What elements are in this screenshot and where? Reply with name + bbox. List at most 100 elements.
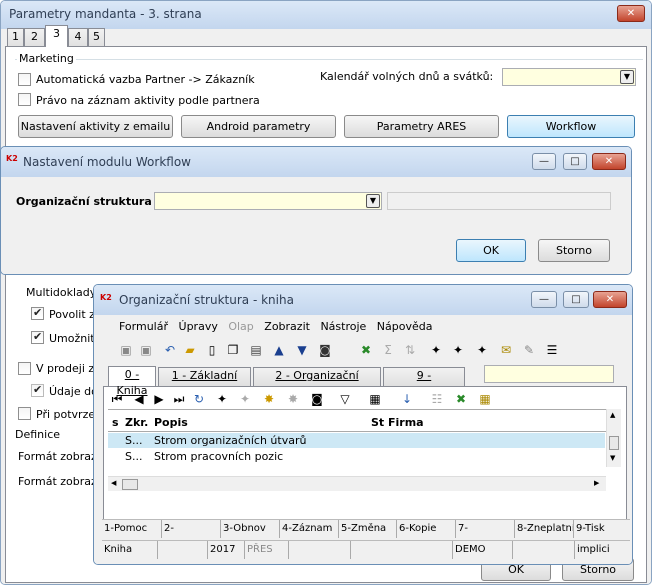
filter-icon[interactable]: ▽ bbox=[336, 390, 354, 408]
tab-1[interactable]: 1 bbox=[7, 28, 24, 47]
tab-kniha[interactable]: 0 - Kniha bbox=[108, 366, 156, 397]
next-record-icon[interactable]: ▶ bbox=[150, 390, 168, 408]
function-icon[interactable]: ✖ bbox=[357, 341, 375, 359]
export-icon[interactable]: ▦ bbox=[366, 390, 384, 408]
vprodeji-checkbox[interactable] bbox=[18, 362, 31, 375]
definice-label: Definice bbox=[15, 428, 61, 441]
minimize-button[interactable]: — bbox=[532, 153, 556, 170]
fkey-6[interactable]: 6-Kopie bbox=[397, 520, 456, 538]
vertical-scrollbar[interactable]: ▲ ▼ bbox=[606, 409, 621, 467]
pripotvr-checkbox[interactable] bbox=[18, 407, 31, 420]
close-button[interactable]: ✕ bbox=[593, 291, 627, 308]
menu-napoveda[interactable]: Nápověda bbox=[377, 320, 433, 333]
title-bar: K2 Organizační struktura - kniha — □ ✕ bbox=[94, 285, 632, 315]
fkey-4[interactable]: 4-Záznam bbox=[280, 520, 339, 538]
binoculars2-icon[interactable]: ✦ bbox=[449, 341, 467, 359]
camera-icon[interactable]: ◙ bbox=[316, 341, 334, 359]
tab-4[interactable]: 4 bbox=[68, 28, 88, 47]
fkey-9[interactable]: 9-Tisk bbox=[574, 520, 630, 538]
table-row[interactable]: S... Strom pracovních pozic bbox=[108, 449, 605, 464]
status-implicit: implici bbox=[577, 544, 610, 555]
menu-olap[interactable]: Olap bbox=[228, 320, 253, 333]
wf-ok-button[interactable]: OK bbox=[456, 239, 526, 262]
kalendar-select[interactable]: ▼ bbox=[502, 68, 636, 86]
find-icon[interactable]: ✦ bbox=[213, 390, 231, 408]
table-row[interactable]: S... Strom organizačních útvarů bbox=[108, 433, 605, 448]
android-button[interactable]: Android parametry bbox=[181, 115, 336, 138]
wf-storno-button[interactable]: Storno bbox=[538, 239, 610, 262]
umoznit-checkbox[interactable] bbox=[31, 330, 44, 344]
col-st[interactable]: St bbox=[371, 416, 384, 429]
ares-button[interactable]: Parametry ARES bbox=[344, 115, 499, 138]
book-icon[interactable]: ▤ bbox=[247, 341, 265, 359]
fkey-2[interactable]: 2- bbox=[162, 520, 221, 538]
fkey-5[interactable]: 5-Změna bbox=[339, 520, 397, 538]
povolit-checkbox[interactable] bbox=[31, 306, 44, 320]
find-next-icon[interactable]: ✦ bbox=[236, 390, 254, 408]
save-icon[interactable]: ▣ bbox=[117, 341, 135, 359]
status-bar: Kniha 2017 PŘES DEMO implici bbox=[102, 540, 630, 560]
scroll-down-icon[interactable]: ▼ bbox=[610, 454, 615, 462]
excel-icon[interactable]: ✖ bbox=[452, 390, 470, 408]
arrow-up-icon[interactable]: ▲ bbox=[270, 341, 288, 359]
maximize-button[interactable]: □ bbox=[563, 153, 587, 170]
nastaveni-aktivity-button[interactable]: Nastavení aktivity z emailu bbox=[18, 115, 173, 138]
sum-icon[interactable]: Σ bbox=[379, 341, 397, 359]
undo-icon[interactable]: ↶ bbox=[161, 341, 179, 359]
fkey-8[interactable]: 8-Zneplatní bbox=[515, 520, 574, 538]
pravo-checkbox[interactable] bbox=[18, 93, 31, 106]
menu-upravy[interactable]: Úpravy bbox=[179, 320, 218, 333]
list-icon[interactable]: ☷ bbox=[428, 390, 446, 408]
sort-icon[interactable]: ⇅ bbox=[401, 341, 419, 359]
camera-icon[interactable]: ◙ bbox=[308, 390, 326, 408]
fkey-1[interactable]: 1-Pomoc bbox=[102, 520, 162, 538]
refresh-icon[interactable]: ↻ bbox=[190, 390, 208, 408]
close-button[interactable]: ✕ bbox=[617, 5, 645, 22]
status-year: 2017 bbox=[208, 541, 245, 559]
auto-vazba-checkbox[interactable] bbox=[18, 73, 31, 86]
org-struktura-select[interactable]: ▼ bbox=[154, 192, 382, 210]
scroll-left-icon[interactable]: ◀ bbox=[111, 479, 116, 487]
last-record-icon[interactable]: ⏭ bbox=[170, 390, 188, 408]
minimize-button[interactable]: — bbox=[531, 291, 557, 308]
arrow-down-icon[interactable]: ▼ bbox=[293, 341, 311, 359]
tab-3[interactable]: 3 bbox=[45, 25, 68, 47]
col-popis[interactable]: Popis bbox=[154, 416, 188, 429]
remove-icon[interactable]: ✸ bbox=[284, 390, 302, 408]
menu-zobrazit[interactable]: Zobrazit bbox=[264, 320, 310, 333]
workflow-button[interactable]: Workflow bbox=[507, 115, 635, 138]
new-icon[interactable]: ▯ bbox=[203, 341, 221, 359]
marketing-label: Marketing bbox=[17, 52, 76, 65]
sort-az-icon[interactable]: ↓ bbox=[398, 390, 416, 408]
col-firma[interactable]: Firma bbox=[388, 416, 424, 429]
maximize-button[interactable]: □ bbox=[563, 291, 589, 308]
pravo-label: Právo na záznam aktivity podle partnera bbox=[36, 94, 260, 107]
close-button[interactable]: ✕ bbox=[592, 153, 626, 170]
tab-2[interactable]: 2 bbox=[24, 28, 45, 47]
fkey-3[interactable]: 3-Obnov bbox=[221, 520, 280, 538]
quick-search-input[interactable] bbox=[484, 365, 614, 383]
col-zkr[interactable]: Zkr. bbox=[125, 416, 148, 429]
tab-org-jednotky[interactable]: 2 - Organizační jednotky bbox=[253, 367, 381, 398]
fkey-7[interactable]: 7- bbox=[456, 520, 515, 538]
binoculars3-icon[interactable]: ✦ bbox=[473, 341, 491, 359]
copy-icon[interactable]: ❐ bbox=[224, 341, 242, 359]
report-icon[interactable]: ▦ bbox=[476, 390, 494, 408]
menu-nastroje[interactable]: Nástroje bbox=[320, 320, 366, 333]
tab-dokumenty[interactable]: 9 - Dokumenty bbox=[383, 367, 465, 398]
add-icon[interactable]: ✸ bbox=[260, 390, 278, 408]
menu-formular[interactable]: Formulář bbox=[119, 320, 168, 333]
menu-icon[interactable]: ☰ bbox=[543, 341, 561, 359]
edit-icon[interactable]: ✎ bbox=[520, 341, 538, 359]
scroll-up-icon[interactable]: ▲ bbox=[610, 411, 615, 419]
tab-zakladni[interactable]: 1 - Základní údaje bbox=[158, 367, 251, 398]
mail-icon[interactable]: ✉ bbox=[497, 341, 515, 359]
scroll-right-icon[interactable]: ▶ bbox=[594, 479, 599, 487]
col-s[interactable]: s bbox=[112, 416, 119, 429]
binoculars-icon[interactable]: ✦ bbox=[427, 341, 445, 359]
udaje-checkbox[interactable] bbox=[31, 383, 44, 397]
horizontal-scrollbar[interactable]: ◀ ▶ bbox=[108, 476, 606, 491]
tab-5[interactable]: 5 bbox=[88, 28, 105, 47]
open-folder-icon[interactable]: ▰ bbox=[181, 341, 199, 359]
save-as-icon[interactable]: ▣ bbox=[137, 341, 155, 359]
